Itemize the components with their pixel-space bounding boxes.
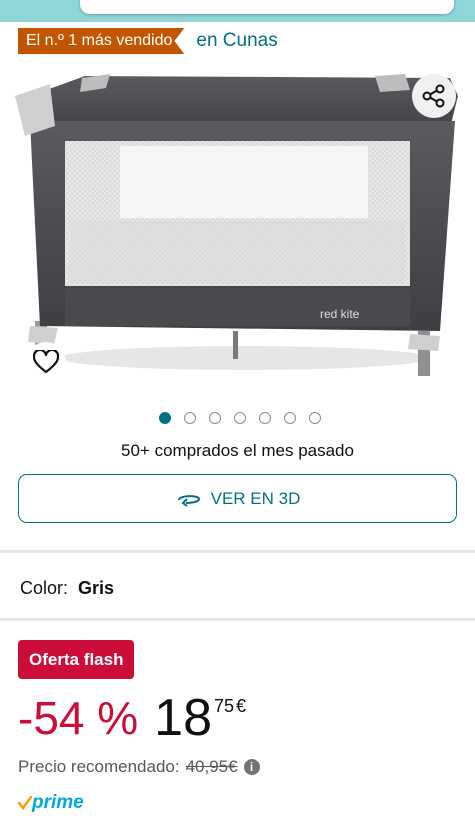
share-button[interactable]	[412, 74, 456, 118]
gallery-dot[interactable]	[308, 412, 321, 424]
wishlist-button[interactable]	[26, 342, 66, 382]
recommended-price: Precio recomendado: 40,95€ i	[18, 757, 260, 777]
price-block: -54 % 18 75 €	[18, 690, 246, 746]
rrp-label: Precio recomendado:	[18, 757, 180, 776]
bestseller-category-link[interactable]: en Cunas	[196, 30, 277, 52]
prime-logo: prime	[18, 792, 84, 814]
section-divider	[0, 618, 475, 621]
flash-deal-badge: Oferta flash	[18, 640, 135, 679]
price-currency: €	[236, 696, 247, 716]
brand-print: red kite	[320, 307, 360, 321]
rotate-3d-icon	[177, 494, 200, 507]
gallery-dot[interactable]	[183, 412, 196, 424]
discount-percent: -54 %	[18, 692, 139, 744]
bestseller-row: El n.º 1 más vendido en Cunas	[18, 28, 278, 54]
rrp-value: 40,95€	[185, 757, 238, 776]
product-image[interactable]: red kite	[10, 66, 465, 391]
search-bar[interactable]	[80, 0, 454, 14]
prime-label: prime	[32, 792, 84, 813]
product-gallery[interactable]: red kite	[0, 60, 475, 395]
gallery-dot[interactable]	[258, 412, 271, 424]
check-icon	[18, 796, 32, 810]
price-whole: 18	[154, 689, 213, 747]
gallery-dot[interactable]	[233, 412, 246, 424]
color-selector[interactable]: Color: Gris	[20, 578, 114, 599]
view-3d-label: VER EN 3D	[210, 488, 301, 508]
bestseller-badge[interactable]: El n.º 1 más vendido	[18, 28, 185, 54]
color-value: Gris	[78, 578, 115, 598]
heart-icon	[33, 350, 59, 374]
color-label: Color:	[20, 578, 69, 598]
section-divider	[0, 550, 475, 553]
share-icon	[422, 84, 445, 108]
gallery-pagination	[0, 412, 475, 424]
bought-last-month: 50+ comprados el mes pasado	[121, 441, 354, 460]
price-fraction: 75	[214, 696, 235, 716]
gallery-dot[interactable]	[208, 412, 221, 424]
info-icon[interactable]: i	[243, 759, 260, 775]
gallery-dot[interactable]	[158, 412, 171, 424]
view-3d-button[interactable]: VER EN 3D	[18, 474, 457, 523]
gallery-dot[interactable]	[283, 412, 296, 424]
